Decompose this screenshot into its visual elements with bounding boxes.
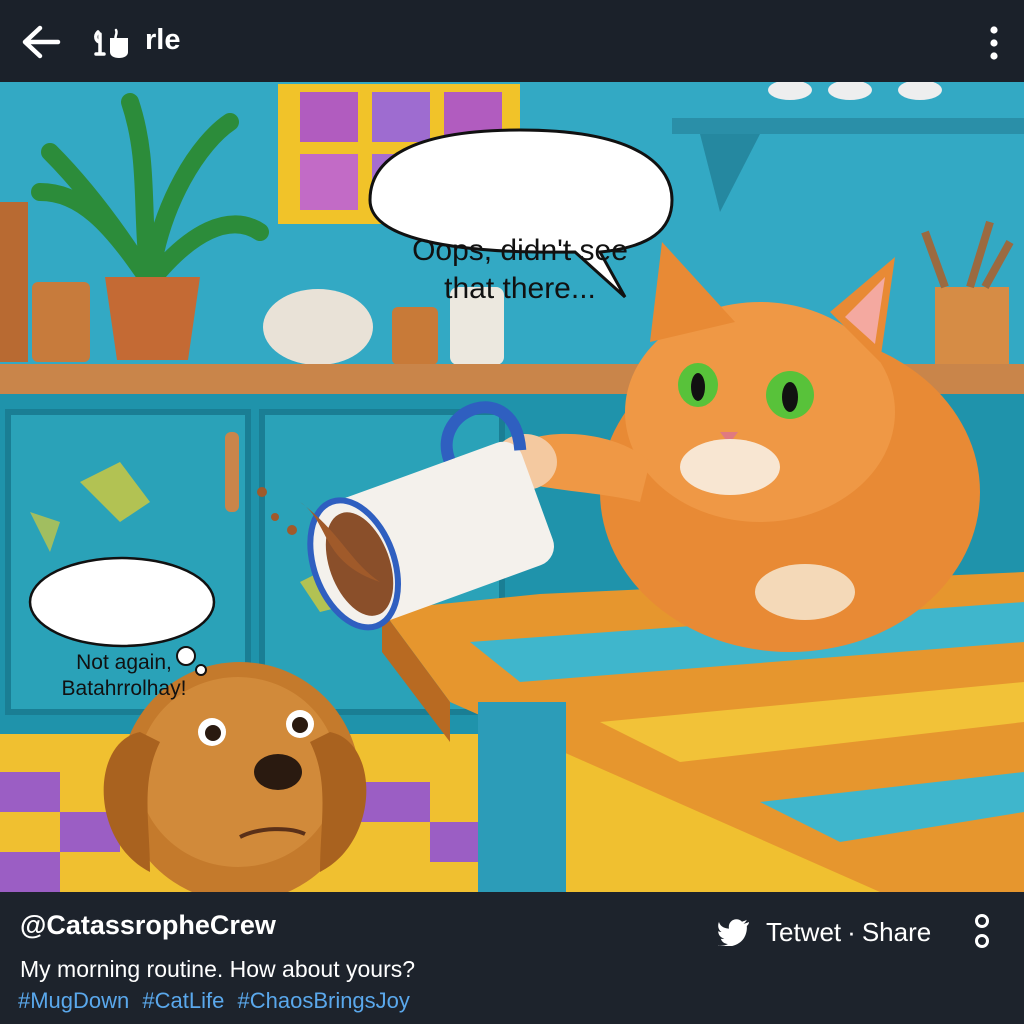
app-logo-icon <box>94 28 128 58</box>
author-handle[interactable]: @CatassropheCrew <box>20 910 276 941</box>
dog-thought-line-2: Batahrrolhay! <box>61 677 187 700</box>
hashtag-catlife[interactable]: #CatLife <box>142 988 224 1013</box>
share-button[interactable]: Share <box>862 917 931 948</box>
app-title: rle <box>145 24 181 56</box>
post-caption: My morning routine. How about yours? <box>20 956 416 982</box>
action-separator: · <box>847 916 856 947</box>
cat-speech-line-1: Oops, didn't see <box>412 234 628 267</box>
dog-thought-bubble: Not again, Batahrrolhay! <box>34 650 214 702</box>
bird-icon[interactable] <box>718 918 750 946</box>
circle-dots-icon[interactable] <box>972 912 992 952</box>
vertical-dots-icon[interactable] <box>984 24 1004 62</box>
post-actions: Tetwet · Share <box>718 914 931 950</box>
cat-speech-bubble: Oops, didn't see that there... <box>380 232 660 308</box>
cat-speech-line-2: that there... <box>444 272 596 305</box>
post-image[interactable]: Oops, didn't see that there... Not again… <box>0 82 1024 892</box>
dog-thought-line-1: Not again, <box>76 651 172 674</box>
post-footer: @CatassropheCrew My morning routine. How… <box>0 892 1024 1024</box>
arrow-left-icon[interactable] <box>20 24 62 60</box>
cat-knocking-mug-illustration <box>0 82 1024 892</box>
hashtag-chaosbringsjoy[interactable]: #ChaosBringsJoy <box>237 988 409 1013</box>
hashtag-mugdown[interactable]: #MugDown <box>18 988 129 1013</box>
retweet-button[interactable]: Tetwet <box>766 917 841 948</box>
hashtag-list: #MugDown #CatLife #ChaosBringsJoy <box>18 988 417 1014</box>
top-bar: rle <box>0 0 1024 82</box>
